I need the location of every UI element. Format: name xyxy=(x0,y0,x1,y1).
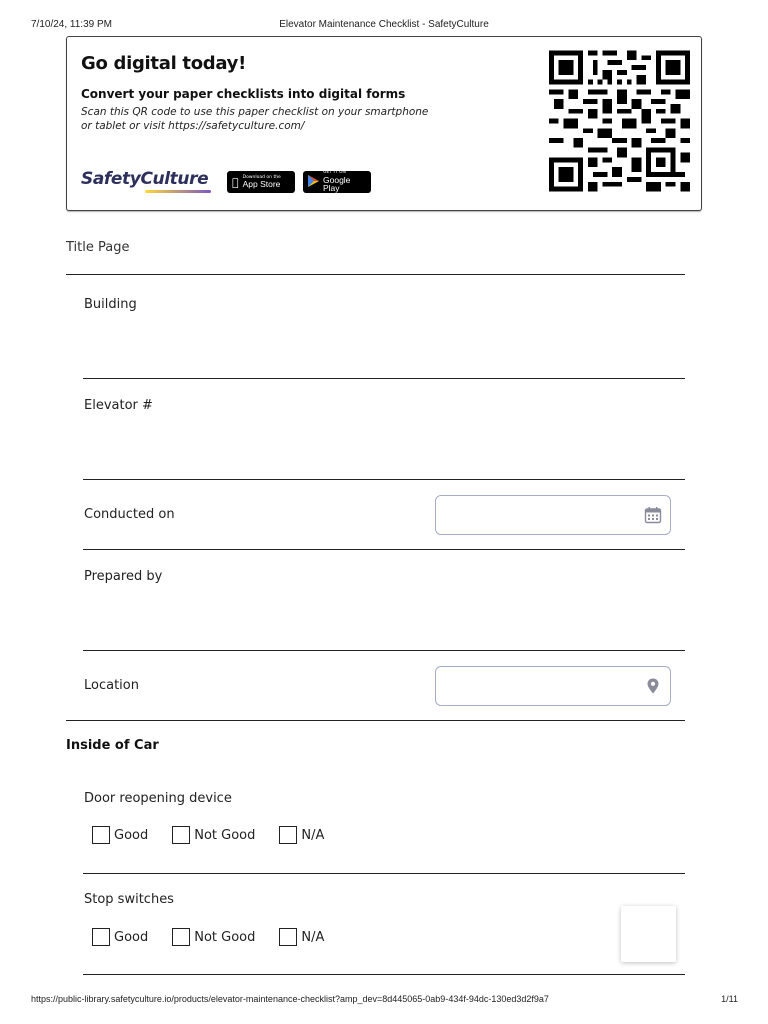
inside-of-car-heading: Inside of Car xyxy=(66,738,159,753)
divider xyxy=(83,873,685,874)
conducted-on-date-input[interactable] xyxy=(435,495,671,535)
divider xyxy=(83,479,685,480)
page-number: 1/11 xyxy=(721,994,738,1004)
brand-wordmark: SafetyCulture xyxy=(81,169,209,189)
door-reopening-label: Door reopening device xyxy=(84,791,232,806)
brand-underline xyxy=(145,190,211,193)
qr-code-icon[interactable] xyxy=(549,49,690,193)
divider xyxy=(66,274,685,275)
calendar-icon xyxy=(644,507,662,524)
prepared-by-label: Prepared by xyxy=(84,569,163,584)
option-na[interactable]: N/A xyxy=(279,928,324,946)
banner-headline: Go digital today! xyxy=(81,53,246,74)
divider xyxy=(83,378,685,379)
apple-icon:  xyxy=(232,177,239,188)
door-reopening-options: Good Not Good N/A xyxy=(92,826,348,844)
app-store-badge[interactable]:  Download on the App Store xyxy=(227,171,295,193)
option-label: N/A xyxy=(301,929,325,945)
print-doc-title: Elevator Maintenance Checklist - SafetyC… xyxy=(279,19,489,30)
elevator-label: Elevator # xyxy=(84,398,153,413)
checkbox[interactable] xyxy=(172,826,191,844)
divider xyxy=(66,720,685,721)
go-digital-banner: Go digital today! Convert your paper che… xyxy=(66,36,702,211)
option-label: Not Good xyxy=(194,827,256,843)
location-input[interactable] xyxy=(435,666,671,706)
play-icon xyxy=(308,175,319,189)
option-na[interactable]: N/A xyxy=(279,826,324,844)
option-label: Not Good xyxy=(194,929,256,945)
option-not-good[interactable]: Not Good xyxy=(172,928,255,946)
stop-switches-label: Stop switches xyxy=(84,892,174,907)
checkbox[interactable] xyxy=(279,928,298,946)
checkbox[interactable] xyxy=(92,928,110,946)
option-label: Good xyxy=(114,929,149,945)
conducted-on-label: Conducted on xyxy=(84,507,175,522)
option-good[interactable]: Good xyxy=(92,928,148,946)
option-not-good[interactable]: Not Good xyxy=(172,826,255,844)
print-header: 7/10/24, 11:39 PM Elevator Maintenance C… xyxy=(0,19,768,33)
divider xyxy=(83,549,685,550)
appstore-big-text: App Store xyxy=(236,179,281,189)
google-play-badge[interactable]: GET IT ON Google Play xyxy=(303,171,371,193)
divider xyxy=(83,974,685,975)
googleplay-big-text: Google Play xyxy=(323,174,351,194)
safetyculture-logo[interactable]: SafetyCulture xyxy=(81,169,211,193)
checkbox[interactable] xyxy=(279,826,298,844)
checkbox[interactable] xyxy=(172,928,191,946)
floating-widget[interactable] xyxy=(621,906,676,962)
option-label: N/A xyxy=(301,827,325,843)
stop-switches-options: Good Not Good N/A xyxy=(92,928,348,946)
print-url: https://public-library.safetyculture.io/… xyxy=(31,994,549,1004)
building-label: Building xyxy=(84,297,137,312)
divider xyxy=(83,650,685,651)
banner-scan-text: Scan this QR code to use this paper chec… xyxy=(81,106,429,132)
title-page-heading: Title Page xyxy=(66,240,130,255)
map-pin-icon xyxy=(647,678,659,694)
print-footer: https://public-library.safetyculture.io/… xyxy=(0,994,768,1008)
option-good[interactable]: Good xyxy=(92,826,148,844)
option-label: Good xyxy=(114,827,149,843)
banner-subhead: Convert your paper checklists into digit… xyxy=(81,87,406,101)
location-label: Location xyxy=(84,678,139,693)
checkbox[interactable] xyxy=(92,826,110,844)
